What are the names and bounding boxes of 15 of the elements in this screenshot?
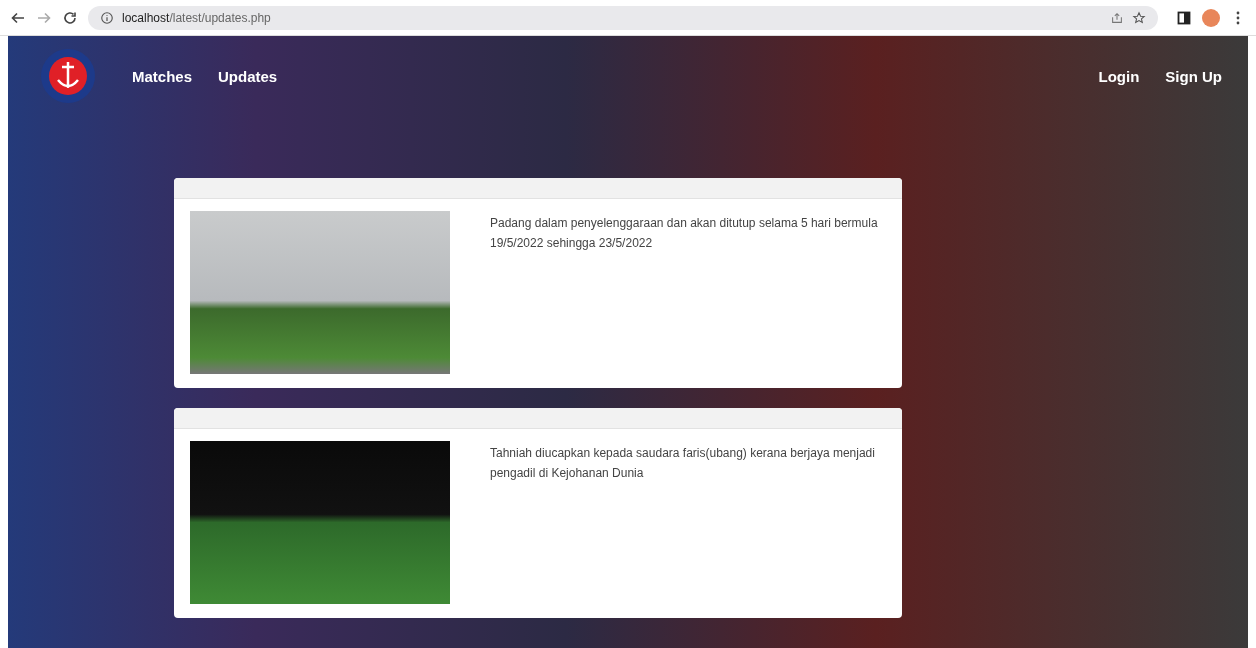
update-text: Padang dalam penyelenggaraan dan akan ditutup selama 5 hari bermula 19/5/2022 sehingga 23/5/2022	[490, 215, 879, 252]
profile-avatar[interactable]	[1202, 8, 1220, 27]
nav-link[interactable]: Updates	[218, 67, 278, 85]
share-icon[interactable]	[1110, 10, 1124, 25]
side-panel-icon[interactable]	[1176, 9, 1192, 26]
url-text: localhost/latest/updates.php	[122, 10, 271, 25]
club-logo-icon[interactable]	[40, 48, 96, 104]
reload-icon[interactable]	[62, 9, 78, 26]
info-icon[interactable]	[100, 10, 114, 25]
nav-link[interactable]: Login	[1098, 67, 1140, 85]
nav-link[interactable]: Matches	[132, 67, 193, 85]
update-text: Tahniah diucapkan kepada saudara faris(ubang) kerana berjaya menjadi pengadil di Kejohanan Dunia	[490, 445, 876, 482]
nav-link[interactable]: Sign Up	[1165, 67, 1222, 85]
address-bar[interactable]: localhost/latest/updates.php	[88, 5, 1158, 30]
star-icon[interactable]	[1132, 10, 1146, 25]
